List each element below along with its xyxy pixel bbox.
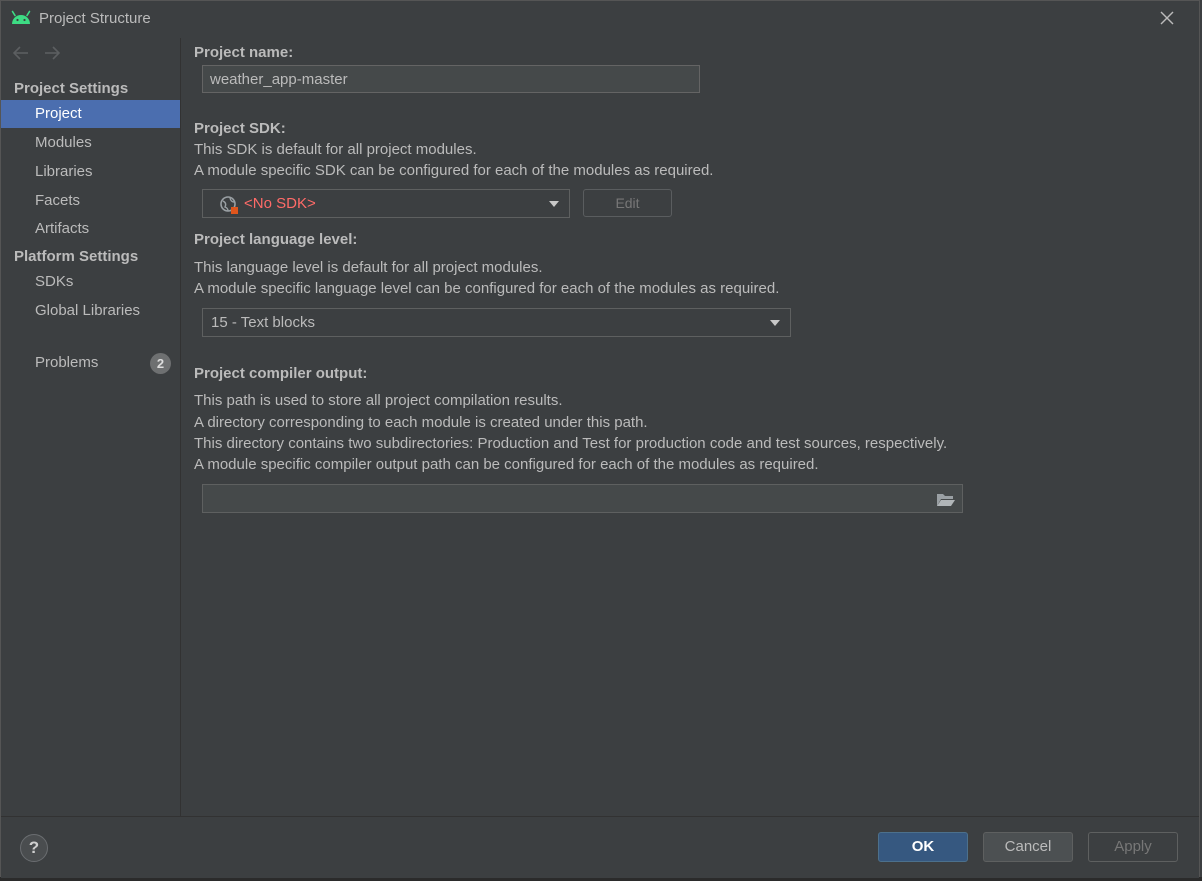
language-level-desc-1: This language level is default for all p… bbox=[194, 259, 543, 276]
sidebar-item-project[interactable]: Project bbox=[1, 100, 180, 128]
problems-count-badge: 2 bbox=[150, 353, 171, 374]
project-name-input[interactable] bbox=[202, 65, 700, 93]
project-name-label: Project name: bbox=[194, 44, 294, 61]
sidebar-item-global-libraries[interactable]: Global Libraries bbox=[1, 297, 180, 325]
project-sdk-value: <No SDK> bbox=[244, 195, 316, 212]
compiler-output-desc-4: A module specific compiler output path c… bbox=[194, 456, 819, 473]
arrow-left-icon[interactable] bbox=[11, 44, 31, 62]
window-title: Project Structure bbox=[39, 10, 151, 27]
main-panel: Project name: Project SDK: This SDK is d… bbox=[181, 38, 1200, 816]
compiler-output-desc-2: A directory corresponding to each module… bbox=[194, 414, 648, 431]
apply-button[interactable]: Apply bbox=[1088, 832, 1178, 862]
sidebar-item-sdks[interactable]: SDKs bbox=[1, 268, 180, 296]
folder-open-icon[interactable] bbox=[936, 491, 956, 507]
sidebar-item-problems[interactable]: Problems 2 bbox=[1, 349, 180, 377]
project-settings-header: Project Settings bbox=[14, 80, 129, 97]
dialog-footer: ? OK Cancel Apply bbox=[1, 816, 1199, 878]
edit-sdk-button[interactable]: Edit bbox=[583, 189, 672, 217]
arrow-right-icon[interactable] bbox=[42, 44, 62, 62]
project-sdk-label: Project SDK: bbox=[194, 120, 286, 137]
project-sdk-dropdown[interactable]: <No SDK> bbox=[202, 189, 570, 218]
language-level-dropdown[interactable]: 15 - Text blocks bbox=[202, 308, 791, 337]
sidebar-item-modules[interactable]: Modules bbox=[1, 129, 180, 157]
sidebar-item-facets[interactable]: Facets bbox=[1, 187, 180, 215]
title-bar: Project Structure bbox=[0, 0, 1200, 38]
language-level-desc-2: A module specific language level can be … bbox=[194, 280, 780, 297]
sidebar: Project Settings Project Modules Librari… bbox=[1, 38, 181, 816]
compiler-output-desc-3: This directory contains two subdirectori… bbox=[194, 435, 948, 452]
sidebar-item-libraries[interactable]: Libraries bbox=[1, 158, 180, 186]
compiler-output-desc-1: This path is used to store all project c… bbox=[194, 392, 563, 409]
chevron-down-icon bbox=[770, 320, 780, 326]
platform-settings-header: Platform Settings bbox=[14, 248, 139, 265]
compiler-output-path-field[interactable] bbox=[202, 484, 963, 513]
ok-button[interactable]: OK bbox=[878, 832, 968, 862]
globe-error-icon bbox=[220, 196, 238, 214]
cancel-button[interactable]: Cancel bbox=[983, 832, 1073, 862]
language-level-value: 15 - Text blocks bbox=[211, 314, 315, 331]
sidebar-item-artifacts[interactable]: Artifacts bbox=[1, 215, 180, 243]
problems-label: Problems bbox=[35, 354, 99, 371]
chevron-down-icon bbox=[549, 201, 559, 207]
close-icon[interactable] bbox=[1156, 7, 1178, 29]
project-sdk-desc-2: A module specific SDK can be configured … bbox=[194, 162, 714, 179]
project-sdk-desc-1: This SDK is default for all project modu… bbox=[194, 141, 477, 158]
compiler-output-label: Project compiler output: bbox=[194, 365, 368, 382]
help-button[interactable]: ? bbox=[20, 834, 48, 862]
android-icon bbox=[11, 10, 31, 24]
language-level-label: Project language level: bbox=[194, 231, 358, 248]
